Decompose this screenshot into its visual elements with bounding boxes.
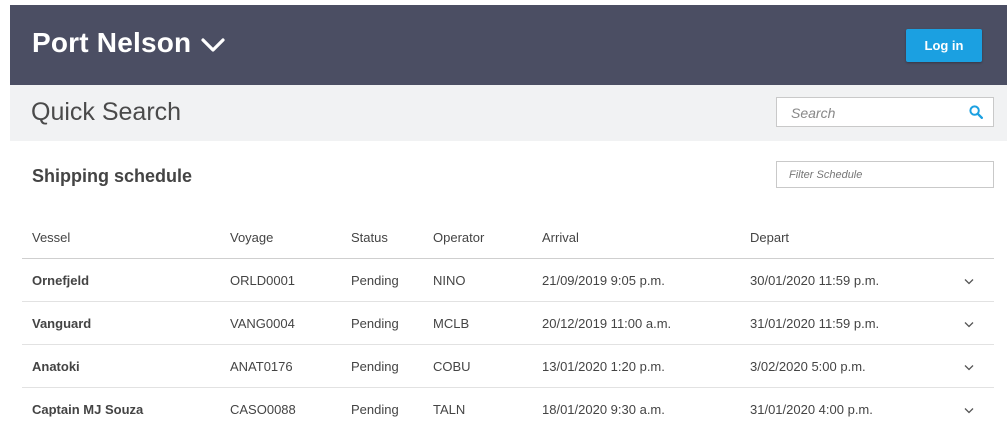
operator-cell: COBU (423, 345, 532, 388)
site-title[interactable]: Port Nelson (32, 27, 191, 59)
search-input[interactable] (777, 98, 963, 128)
voyage-cell: CASO0088 (220, 388, 341, 430)
chevron-down-icon[interactable] (964, 407, 974, 414)
status-cell: Pending (341, 388, 423, 430)
column-header-operator[interactable]: Operator (423, 216, 532, 259)
column-header-arrival[interactable]: Arrival (532, 216, 740, 259)
voyage-cell: ORLD0001 (220, 259, 341, 302)
expand-cell[interactable] (954, 259, 994, 302)
filter-schedule-input[interactable] (777, 162, 993, 187)
arrival-cell: 13/01/2020 1:20 p.m. (532, 345, 740, 388)
vessel-cell: Ornefjeld (22, 259, 220, 302)
vessel-cell: Vanguard (22, 302, 220, 345)
voyage-cell: VANG0004 (220, 302, 341, 345)
column-header-vessel[interactable]: Vessel (22, 216, 220, 259)
table-row[interactable]: Captain MJ Souza CASO0088 Pending TALN 1… (22, 388, 994, 430)
operator-cell: TALN (423, 388, 532, 430)
search-box[interactable] (776, 97, 994, 127)
table-row[interactable]: Vanguard VANG0004 Pending MCLB 20/12/201… (22, 302, 994, 345)
vessel-cell: Anatoki (22, 345, 220, 388)
filter-box[interactable] (776, 161, 994, 188)
status-cell: Pending (341, 345, 423, 388)
vessel-cell: Captain MJ Souza (22, 388, 220, 430)
chevron-down-icon[interactable] (200, 36, 226, 54)
expand-cell[interactable] (954, 345, 994, 388)
column-header-voyage[interactable]: Voyage (220, 216, 341, 259)
voyage-cell: ANAT0176 (220, 345, 341, 388)
table-row[interactable]: Anatoki ANAT0176 Pending COBU 13/01/2020… (22, 345, 994, 388)
schedule-table: Vessel Voyage Status Operator Arrival De… (22, 216, 994, 430)
login-button[interactable]: Log in (906, 29, 982, 62)
depart-cell: 31/01/2020 11:59 p.m. (740, 302, 954, 345)
operator-cell: MCLB (423, 302, 532, 345)
top-header: Port Nelson Log in (10, 5, 1007, 85)
column-header-status[interactable]: Status (341, 216, 423, 259)
schedule-title: Shipping schedule (32, 166, 192, 187)
page: Port Nelson Log in Quick Search Shipping… (0, 0, 1007, 426)
arrival-cell: 20/12/2019 11:00 a.m. (532, 302, 740, 345)
depart-cell: 30/01/2020 11:59 p.m. (740, 259, 954, 302)
quick-search-title: Quick Search (31, 98, 181, 127)
table-header-row: Vessel Voyage Status Operator Arrival De… (22, 216, 994, 259)
depart-cell: 31/01/2020 4:00 p.m. (740, 388, 954, 430)
column-header-depart[interactable]: Depart (740, 216, 954, 259)
chevron-down-icon[interactable] (964, 278, 974, 285)
status-cell: Pending (341, 259, 423, 302)
arrival-cell: 18/01/2020 9:30 a.m. (532, 388, 740, 430)
arrival-cell: 21/09/2019 9:05 p.m. (532, 259, 740, 302)
chevron-down-icon[interactable] (964, 364, 974, 371)
table-row[interactable]: Ornefjeld ORLD0001 Pending NINO 21/09/20… (22, 259, 994, 302)
expand-cell[interactable] (954, 388, 994, 430)
expand-cell[interactable] (954, 302, 994, 345)
status-cell: Pending (341, 302, 423, 345)
search-icon[interactable] (969, 105, 983, 119)
operator-cell: NINO (423, 259, 532, 302)
depart-cell: 3/02/2020 5:00 p.m. (740, 345, 954, 388)
quick-search-bar: Quick Search (10, 85, 1007, 141)
column-header-expand (954, 216, 994, 259)
chevron-down-icon[interactable] (964, 321, 974, 328)
